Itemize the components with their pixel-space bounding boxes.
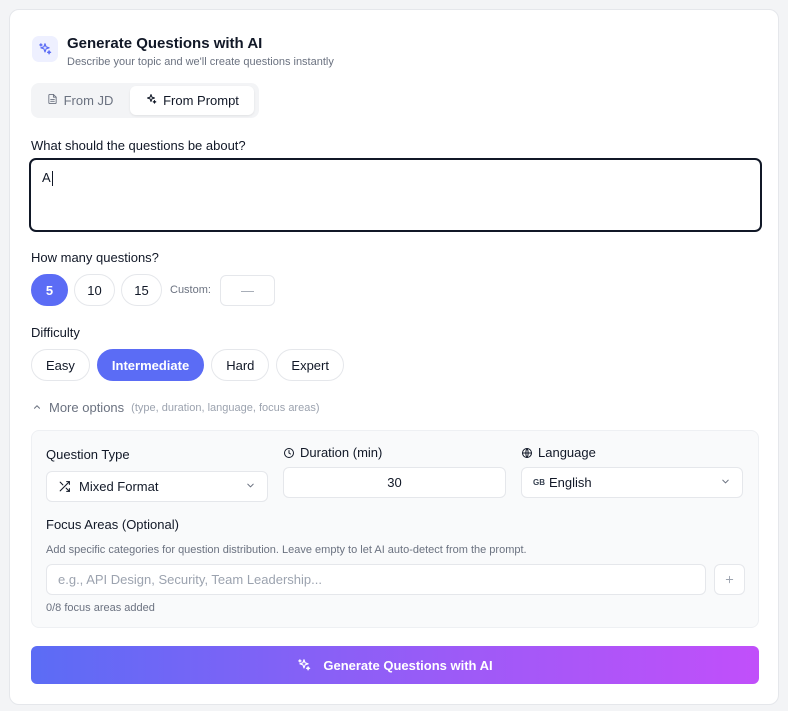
chevron-down-icon (720, 475, 731, 490)
page-title: Generate Questions with AI (67, 35, 263, 52)
question-type-label: Question Type (46, 447, 130, 462)
focus-areas-label-text: Focus Areas (Optional) (46, 517, 179, 532)
difficulty-intermediate[interactable]: Intermediate (96, 349, 205, 381)
count-option-5[interactable]: 5 (31, 274, 68, 306)
tab-from-prompt-label: From Prompt (163, 93, 239, 108)
duration-input[interactable]: 30 (283, 467, 506, 498)
focus-areas-description: Add specific categories for question dis… (46, 544, 527, 556)
tab-from-jd[interactable]: From JD (34, 86, 126, 115)
count-label: How many questions? (31, 250, 159, 265)
difficulty-expert[interactable]: Expert (276, 349, 344, 381)
difficulty-label: Difficulty (31, 325, 80, 340)
generator-card: Generate Questions with AI Describe your… (9, 9, 779, 705)
count-options: 5 10 15 Custom: — (31, 274, 275, 306)
page-subtitle: Describe your topic and we'll create que… (67, 56, 334, 68)
question-type-select[interactable]: Mixed Format (46, 471, 268, 502)
card-header: Generate Questions with AI Describe your… (32, 35, 334, 68)
more-options-hint: (type, duration, language, focus areas) (131, 401, 320, 414)
generate-button-label: Generate Questions with AI (323, 657, 493, 673)
language-label: Language (521, 445, 596, 460)
text-caret (51, 171, 53, 187)
custom-count-label: Custom: (170, 284, 211, 296)
mode-tabs: From JD From Prompt (31, 83, 259, 118)
duration-label-text: Duration (min) (300, 445, 383, 460)
more-options-label: More options (49, 400, 125, 415)
generate-questions-button[interactable]: Generate Questions with AI (31, 646, 759, 684)
focus-areas-label: Focus Areas (Optional) (46, 517, 179, 532)
tab-from-prompt[interactable]: From Prompt (130, 86, 254, 115)
difficulty-options: Easy Intermediate Hard Expert (31, 349, 344, 381)
count-option-10[interactable]: 10 (74, 274, 115, 306)
document-icon (47, 93, 58, 108)
language-select[interactable]: GB English (521, 467, 743, 498)
tab-from-jd-label: From JD (63, 93, 114, 108)
sparkles-icon (145, 93, 157, 108)
more-options-panel: Question Type Mixed Format Duration (min… (31, 430, 759, 628)
clock-icon (283, 447, 295, 459)
difficulty-easy[interactable]: Easy (31, 349, 90, 381)
flag-icon: GB (533, 478, 545, 487)
chevron-down-icon (245, 479, 256, 494)
focus-areas-input[interactable]: e.g., API Design, Security, Team Leaders… (46, 564, 706, 595)
focus-areas-count: 0/8 focus areas added (46, 602, 155, 614)
more-options-toggle[interactable]: More options (type, duration, language, … (32, 400, 320, 415)
language-value: English (549, 475, 592, 490)
globe-icon (521, 447, 533, 459)
language-label-text: Language (538, 445, 596, 460)
sparkles-icon (297, 658, 311, 672)
question-type-label-text: Question Type (46, 447, 130, 462)
add-focus-area-button[interactable] (714, 564, 745, 595)
topic-label: What should the questions be about? (31, 138, 246, 153)
duration-label: Duration (min) (283, 445, 382, 460)
topic-value: A (42, 170, 51, 185)
plus-icon (724, 574, 735, 585)
sparkles-icon (32, 36, 58, 62)
custom-count-input[interactable]: — (219, 274, 275, 306)
shuffle-icon (58, 480, 71, 493)
count-option-15[interactable]: 15 (121, 274, 162, 306)
chevron-up-icon (32, 400, 42, 415)
difficulty-hard[interactable]: Hard (211, 349, 270, 381)
topic-textarea[interactable]: A (29, 158, 762, 232)
question-type-value: Mixed Format (79, 479, 159, 494)
